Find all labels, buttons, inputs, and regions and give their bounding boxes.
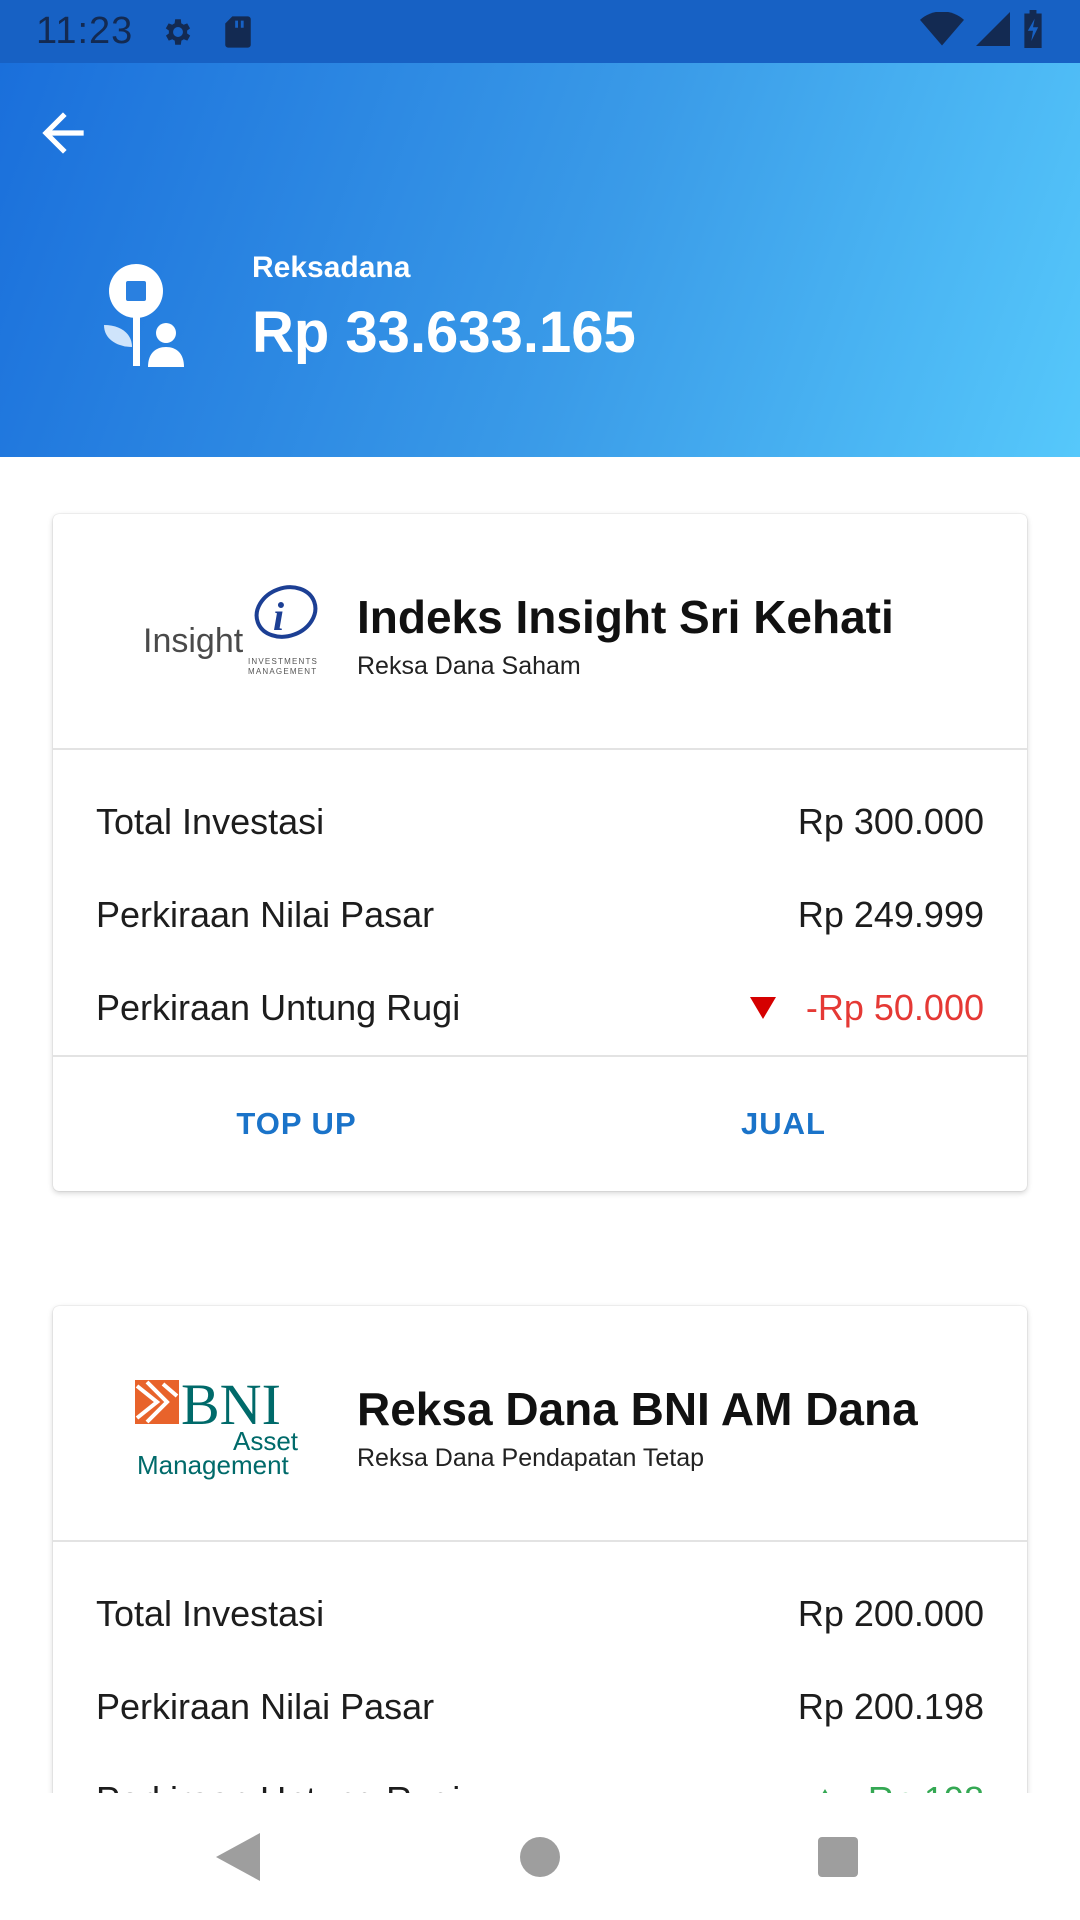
- fund-actions: TOP UP JUAL: [53, 1055, 1027, 1191]
- bni-logo: BNI Asset Management: [135, 1372, 299, 1480]
- detail-value: Rp 249.999: [797, 893, 984, 935]
- fund-card: BNI Asset Management Reksa Dana BNI AM D…: [53, 1306, 1027, 1826]
- svg-text:i: i: [273, 594, 284, 639]
- profit-loss-amount: -Rp 50.000: [805, 986, 984, 1028]
- arrow-left-icon: [42, 112, 84, 154]
- detail-label: Perkiraan Untung Rugi: [96, 986, 461, 1028]
- fund-type: Reksa Dana Saham: [357, 652, 581, 680]
- detail-row-total-investment: Total Investasi Rp 200.000: [96, 1567, 984, 1660]
- detail-label: Total Investasi: [96, 800, 325, 842]
- detail-row-market-value: Perkiraan Nilai Pasar Rp 200.198: [96, 1660, 984, 1753]
- nav-back-button[interactable]: [208, 1827, 268, 1887]
- fund-title: Indeks Insight Sri Kehati: [357, 591, 894, 643]
- detail-label: Total Investasi: [96, 1592, 325, 1634]
- triangle-back-icon: [216, 1833, 260, 1881]
- fund-type: Reksa Dana Pendapatan Tetap: [357, 1444, 705, 1472]
- fund-card-header: BNI Asset Management Reksa Dana BNI AM D…: [53, 1306, 1027, 1542]
- nav-recents-button[interactable]: [808, 1827, 868, 1887]
- fund-card-header: Insight i INVESTMENTS MANAGEMENT Indeks …: [53, 514, 1027, 750]
- signal-icon: [976, 12, 1010, 51]
- header-banner: Reksadana Rp 33.633.165: [0, 63, 1080, 457]
- square-recents-icon: [818, 1837, 858, 1877]
- detail-value: Rp 200.000: [797, 1592, 984, 1634]
- fund-title: Reksa Dana BNI AM Dana: [357, 1383, 918, 1435]
- navigation-bar: [0, 1793, 1080, 1920]
- profit-loss-value: -Rp 50.000: [749, 986, 984, 1029]
- fund-details: Total Investasi Rp 200.000 Perkiraan Nil…: [53, 1567, 1027, 1826]
- sd-card-icon: [223, 15, 253, 49]
- detail-value: Rp 300.000: [797, 800, 984, 842]
- wifi-icon: [920, 11, 964, 51]
- detail-row-total-investment: Total Investasi Rp 300.000: [96, 775, 984, 868]
- svg-text:INVESTMENTS: INVESTMENTS: [248, 657, 318, 666]
- status-time: 11:23: [36, 10, 134, 52]
- top-up-button[interactable]: TOP UP: [53, 1057, 540, 1191]
- insight-logo-text: Insight: [143, 622, 244, 660]
- detail-value: Rp 200.198: [797, 1685, 984, 1727]
- fund-details: Total Investasi Rp 300.000 Perkiraan Nil…: [53, 775, 1027, 1054]
- detail-row-market-value: Perkiraan Nilai Pasar Rp 249.999: [96, 868, 984, 961]
- sell-button[interactable]: JUAL: [540, 1057, 1027, 1191]
- insight-logo: Insight i INVESTMENTS MANAGEMENT: [143, 585, 318, 676]
- bni-logo-subtext: Management: [137, 1450, 290, 1480]
- fund-card: Insight i INVESTMENTS MANAGEMENT Indeks …: [53, 514, 1027, 1191]
- total-balance: Rp 33.633.165: [252, 300, 636, 365]
- status-bar: 11:23: [0, 0, 1080, 63]
- investment-plant-icon: [104, 264, 184, 367]
- header-label: Reksadana: [252, 251, 411, 284]
- battery-icon: [1022, 10, 1044, 53]
- detail-label: Perkiraan Nilai Pasar: [96, 893, 435, 935]
- gear-icon: [161, 15, 195, 49]
- detail-label: Perkiraan Nilai Pasar: [96, 1685, 435, 1727]
- nav-home-button[interactable]: [510, 1827, 570, 1887]
- circle-home-icon: [520, 1837, 560, 1877]
- detail-row-profit-loss: Perkiraan Untung Rugi -Rp 50.000: [96, 961, 984, 1054]
- back-button[interactable]: [28, 98, 98, 168]
- triangle-down-icon: [749, 996, 776, 1019]
- svg-text:MANAGEMENT: MANAGEMENT: [248, 667, 317, 676]
